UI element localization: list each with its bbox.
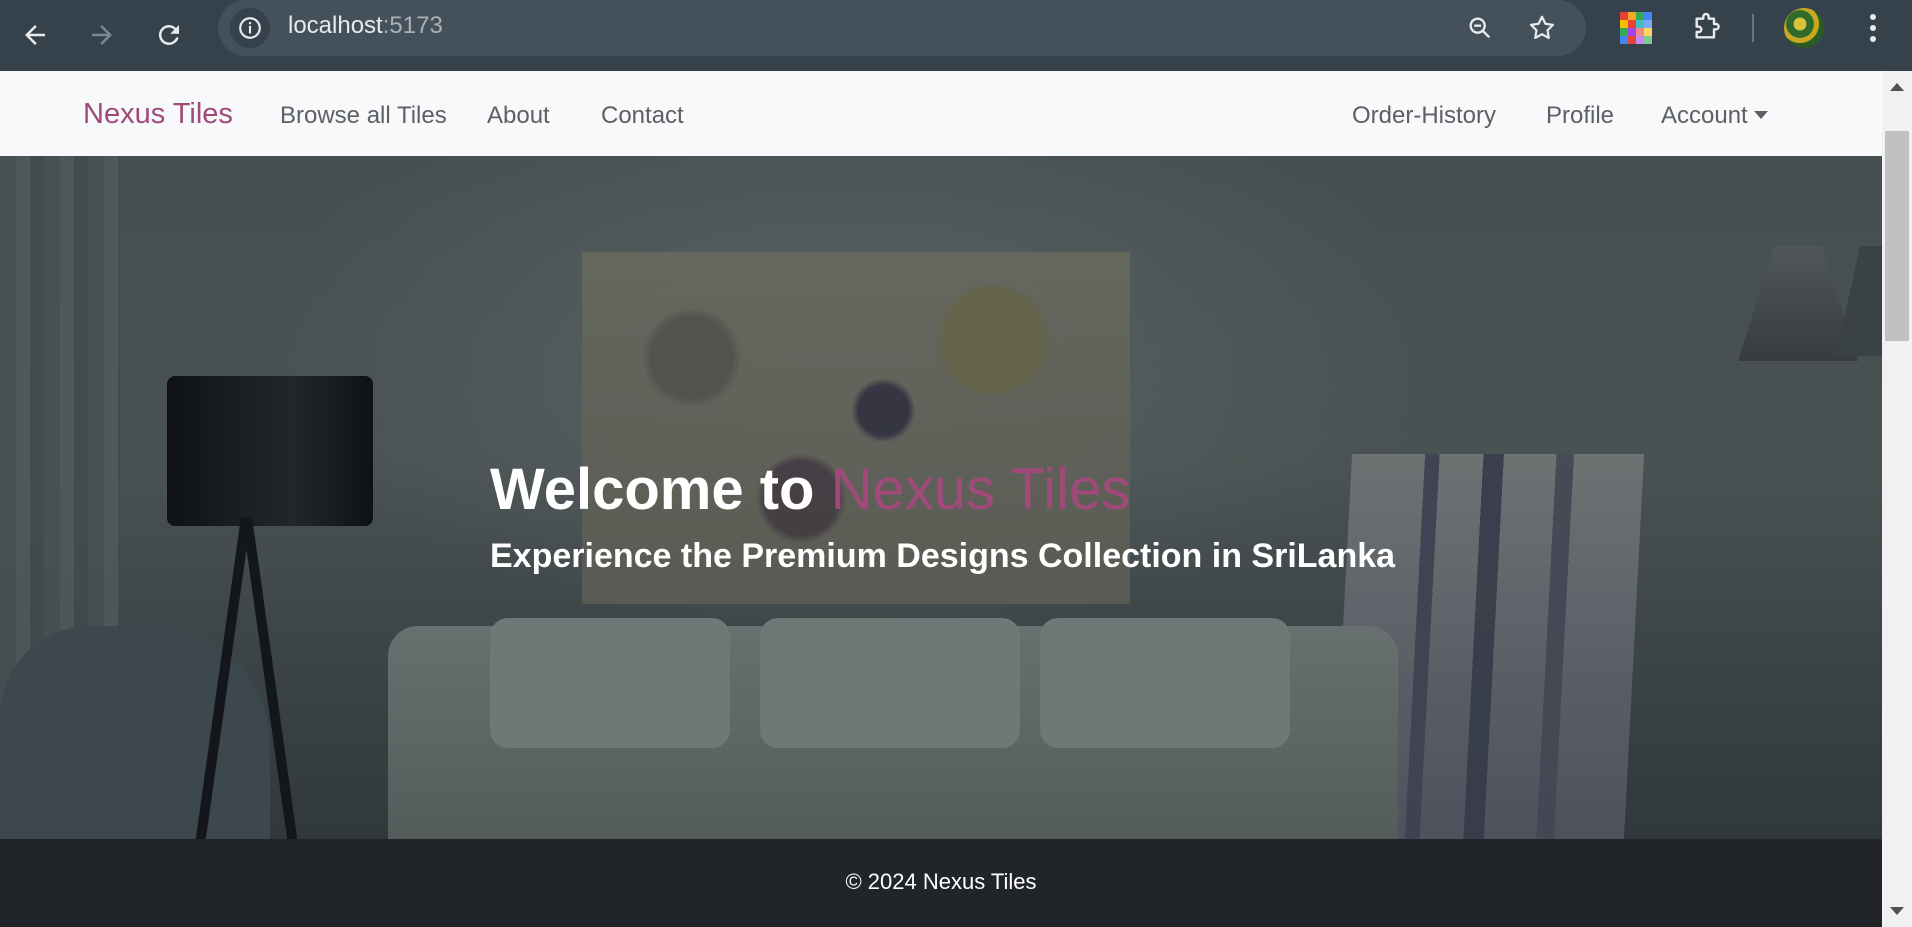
nav-browse-all-tiles[interactable]: Browse all Tiles bbox=[280, 102, 447, 130]
browser-toolbar: localhost:5173 bbox=[0, 0, 1912, 71]
navbar: Nexus Tiles Browse all Tiles About Conta… bbox=[0, 71, 1882, 156]
scroll-up-icon[interactable] bbox=[1890, 83, 1904, 91]
nav-about[interactable]: About bbox=[487, 102, 550, 130]
hero-section: Welcome to Nexus Tiles Experience the Pr… bbox=[0, 156, 1882, 839]
back-icon bbox=[25, 25, 45, 45]
nav-order-history[interactable]: Order-History bbox=[1352, 102, 1496, 130]
brand-link[interactable]: Nexus Tiles bbox=[83, 98, 233, 131]
page-viewport: Nexus Tiles Browse all Tiles About Conta… bbox=[0, 71, 1882, 927]
address-bar[interactable]: localhost:5173 bbox=[218, 0, 1586, 56]
scroll-down-icon[interactable] bbox=[1890, 907, 1904, 915]
hero-title-brand: Nexus Tiles bbox=[830, 457, 1131, 522]
reload-button[interactable] bbox=[142, 8, 196, 62]
forward-button[interactable] bbox=[75, 8, 129, 62]
nav-contact[interactable]: Contact bbox=[601, 102, 684, 130]
scrollbar-thumb[interactable] bbox=[1885, 131, 1909, 341]
hero-title: Welcome to Nexus Tiles bbox=[490, 457, 1131, 522]
account-label: Account bbox=[1661, 102, 1748, 129]
footer: © 2024 Nexus Tiles bbox=[0, 839, 1882, 927]
toolbar-divider bbox=[1752, 14, 1754, 42]
bookmark-star-icon[interactable] bbox=[1524, 10, 1560, 46]
extension-icon[interactable] bbox=[1620, 12, 1652, 44]
nav-account-dropdown[interactable]: Account bbox=[1661, 102, 1768, 130]
footer-copyright: © 2024 Nexus Tiles bbox=[845, 869, 1037, 894]
forward-icon bbox=[92, 25, 112, 45]
menu-dots-icon[interactable] bbox=[1858, 10, 1888, 46]
caret-down-icon bbox=[1753, 111, 1768, 119]
reload-icon bbox=[158, 24, 179, 45]
profile-avatar[interactable] bbox=[1784, 8, 1824, 48]
zoom-icon[interactable] bbox=[1462, 10, 1498, 46]
url-text[interactable]: localhost:5173 bbox=[288, 12, 443, 40]
hero-subtitle: Experience the Premium Designs Collectio… bbox=[490, 537, 1396, 575]
page-scrollbar[interactable] bbox=[1882, 71, 1912, 927]
site-info-button[interactable] bbox=[230, 8, 270, 48]
back-button[interactable] bbox=[8, 8, 62, 62]
puzzle-icon[interactable] bbox=[1686, 8, 1726, 48]
site-info-icon bbox=[239, 17, 261, 39]
nav-profile[interactable]: Profile bbox=[1546, 102, 1614, 130]
